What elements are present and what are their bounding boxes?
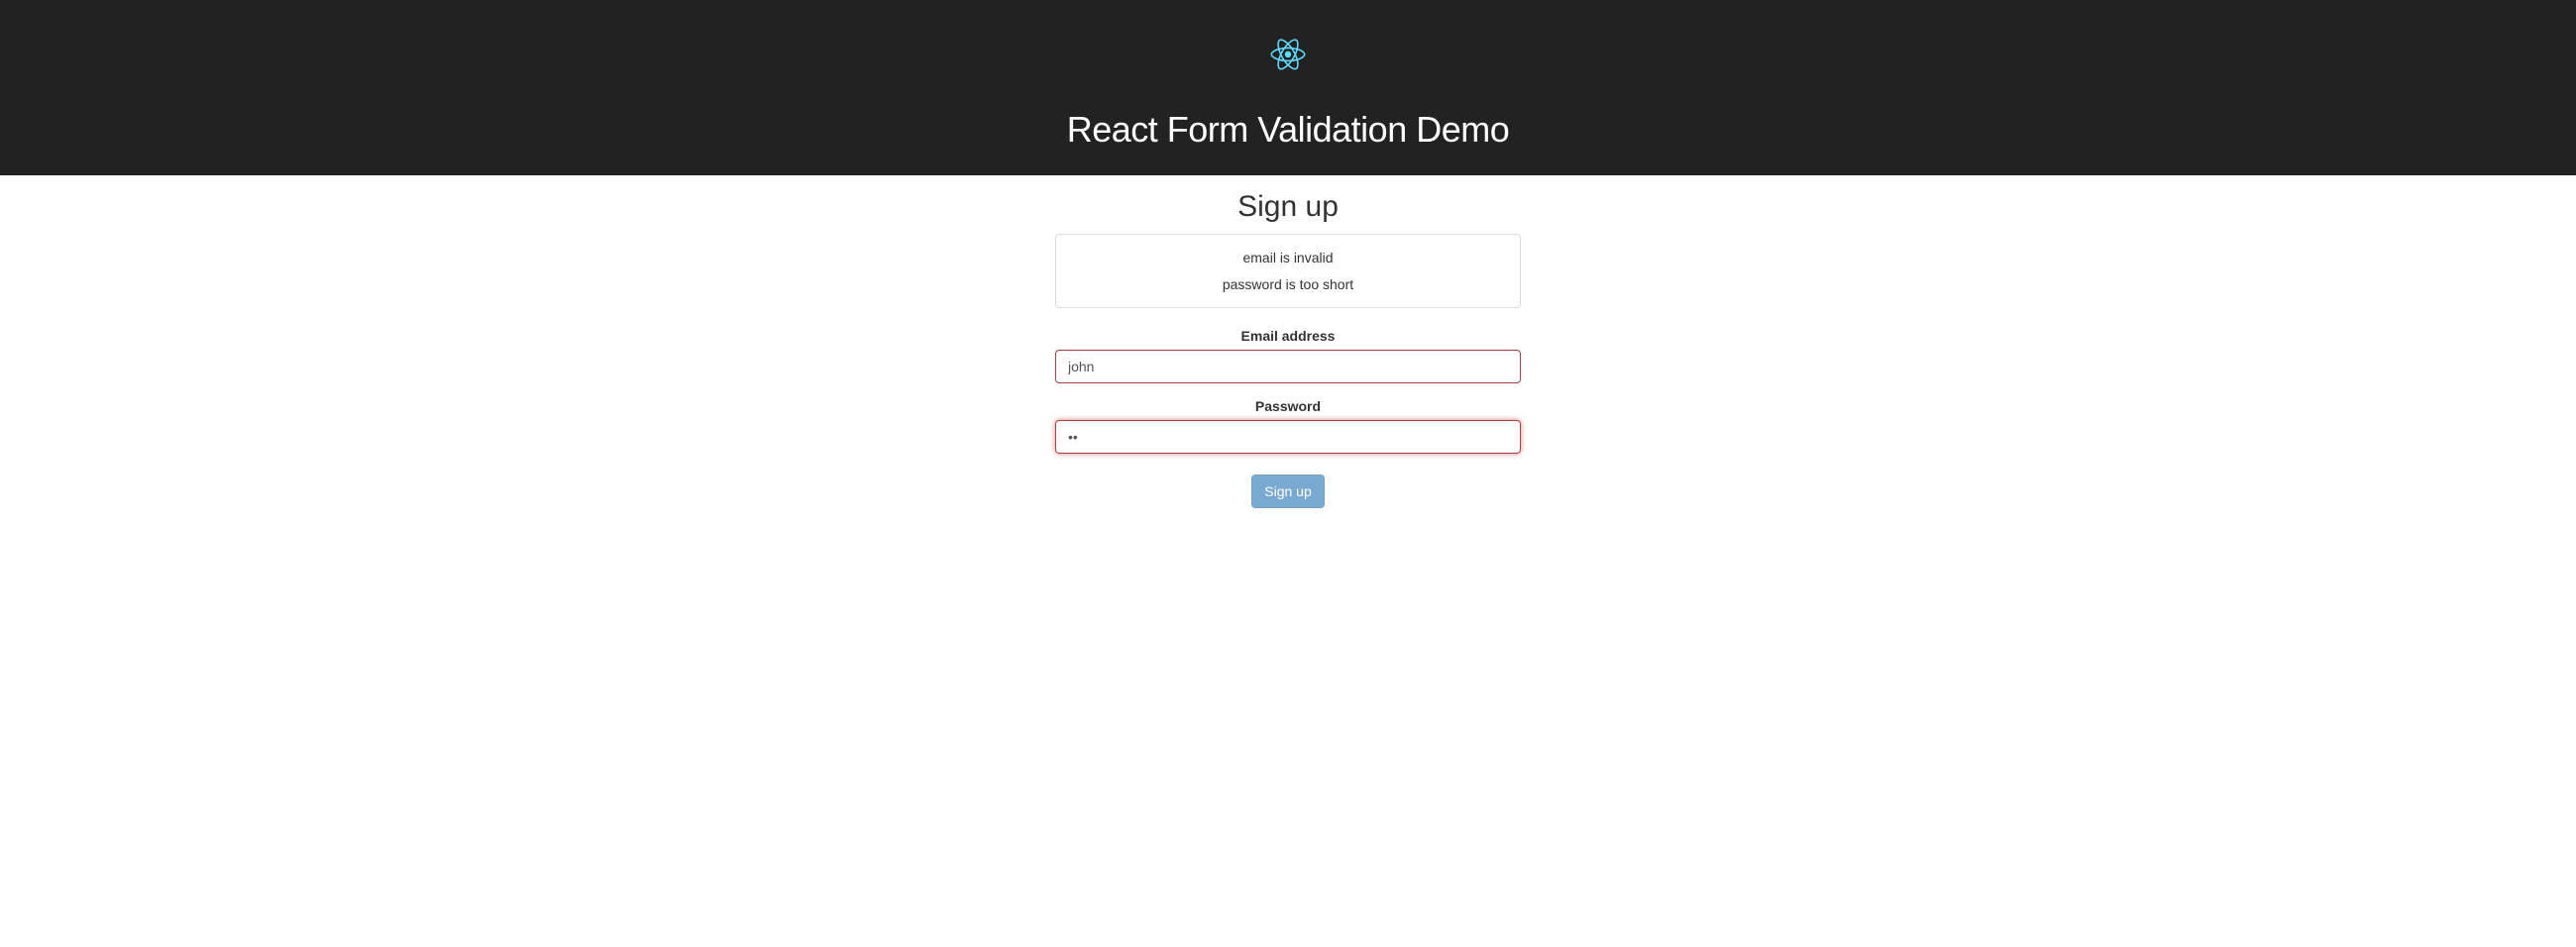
react-logo-icon [1258,25,1318,84]
app-header: React Form Validation Demo [0,0,2576,175]
password-form-group: Password [1055,398,1521,454]
form-title: Sign up [0,190,2576,224]
password-label: Password [1055,398,1521,414]
error-message-email: email is invalid [1071,245,1505,271]
app-title: React Form Validation Demo [0,109,2576,151]
email-input[interactable] [1055,350,1521,383]
signup-button[interactable]: Sign up [1251,474,1324,508]
main-content: Sign up email is invalid password is too… [0,175,2576,508]
logo-wrapper [0,25,2576,89]
email-form-group: Email address [1055,328,1521,383]
form-container: email is invalid password is too short E… [1055,234,1521,508]
email-label: Email address [1055,328,1521,344]
error-panel: email is invalid password is too short [1055,234,1521,308]
password-input[interactable] [1055,420,1521,454]
error-message-password: password is too short [1071,271,1505,298]
